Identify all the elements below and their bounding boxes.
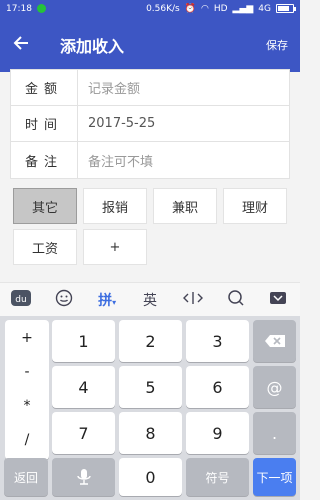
amount-row[interactable]: 金额 记录金额	[11, 70, 289, 106]
wifi-icon: ◠	[200, 3, 209, 14]
key-3[interactable]: 3	[186, 320, 249, 362]
pinyin-label: 拼	[98, 292, 113, 309]
key-minus[interactable]: -	[5, 355, 49, 389]
status-time: 17:18	[6, 3, 32, 14]
baidu-logo-icon[interactable]: du	[6, 289, 36, 311]
category-other[interactable]: 其它	[13, 188, 77, 224]
key-9[interactable]: 9	[186, 412, 249, 454]
network-speed: 0.56K/s	[146, 3, 180, 14]
emoji-icon[interactable]	[49, 289, 79, 311]
note-input[interactable]: 备注可不填	[78, 151, 153, 170]
key-0[interactable]: 0	[119, 458, 182, 496]
pinyin-mode[interactable]: 拼▾	[92, 290, 122, 310]
backspace-key[interactable]	[253, 320, 296, 362]
date-row[interactable]: 时间 2017-5-25	[11, 106, 289, 142]
add-category-button[interactable]: +	[83, 229, 147, 265]
date-label: 时间	[11, 106, 78, 141]
category-salary[interactable]: 工资	[13, 229, 77, 265]
category-finance[interactable]: 理财	[223, 188, 287, 224]
key-plus[interactable]: +	[5, 321, 49, 355]
income-form: 金额 记录金额 时间 2017-5-25 备注 备注可不填	[10, 69, 290, 179]
note-label: 备注	[11, 142, 78, 178]
amount-label: 金额	[11, 70, 78, 105]
key-4[interactable]: 4	[52, 366, 115, 408]
category-parttime[interactable]: 兼职	[153, 188, 217, 224]
keyboard-toolbar: du 拼▾ 英	[0, 282, 300, 316]
app-header: 17:18 0.56K/s ⏰ ◠ HD ▂▄▆ 4G 添加收入 保存	[0, 0, 300, 72]
network-type: 4G	[258, 3, 271, 14]
status-bar: 17:18 0.56K/s ⏰ ◠ HD ▂▄▆ 4G	[0, 0, 300, 17]
hd-label: HD	[213, 3, 228, 14]
key-5[interactable]: 5	[119, 366, 182, 408]
voice-key[interactable]	[52, 458, 115, 496]
key-divide[interactable]: /	[5, 423, 49, 457]
category-reimbursement[interactable]: 报销	[83, 188, 147, 224]
collapse-keyboard-icon[interactable]	[263, 291, 293, 309]
key-multiply[interactable]: *	[5, 389, 49, 423]
amount-input[interactable]: 记录金额	[78, 78, 140, 97]
battery-icon	[276, 4, 296, 13]
search-icon[interactable]	[221, 289, 251, 311]
notification-icon	[36, 4, 46, 13]
back-arrow-icon[interactable]	[12, 33, 36, 57]
date-field[interactable]: 2017-5-25	[78, 116, 155, 131]
key-8[interactable]: 8	[119, 412, 182, 454]
signal-icon: ▂▄▆	[232, 3, 254, 14]
app-bar: 添加收入 保存	[0, 17, 300, 72]
key-1[interactable]: 1	[52, 320, 115, 362]
key-7[interactable]: 7	[52, 412, 115, 454]
return-key[interactable]: 返回	[4, 458, 48, 496]
page-title: 添加收入	[60, 36, 125, 56]
next-key[interactable]: 下一项	[253, 458, 296, 496]
save-button[interactable]: 保存	[266, 37, 288, 53]
key-6[interactable]: 6	[186, 366, 249, 408]
english-mode[interactable]: 英	[135, 290, 165, 310]
key-at[interactable]: @	[253, 366, 296, 408]
baidu-logo-text: du	[16, 295, 27, 305]
cursor-icon[interactable]	[178, 290, 208, 310]
numeric-keyboard: + - * / 1 2 3 4 5 6 @ 7 8 9 . 返回 0 符号 下一…	[0, 316, 300, 500]
symbol-key[interactable]: 符号	[186, 458, 249, 496]
key-2[interactable]: 2	[119, 320, 182, 362]
alarm-icon: ⏰	[184, 3, 196, 14]
note-row[interactable]: 备注 备注可不填	[11, 142, 289, 178]
key-dot[interactable]: .	[253, 412, 296, 454]
